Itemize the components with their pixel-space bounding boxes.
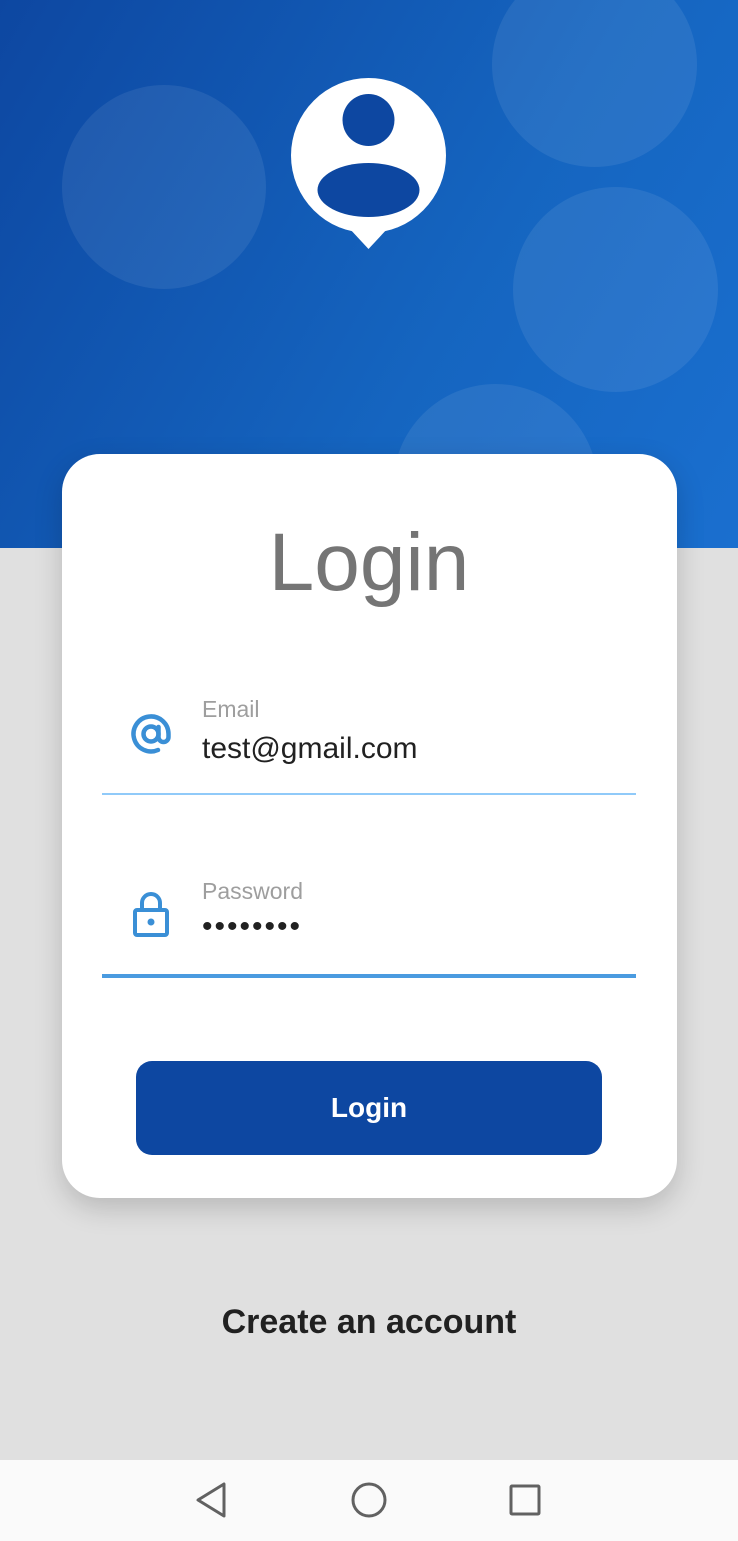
email-label: Email [202,696,260,722]
decorative-circle [492,0,697,167]
recent-apps-square-icon[interactable] [503,1478,547,1522]
create-account-link[interactable]: Create an account [0,1303,738,1342]
password-underline [102,974,636,978]
email-field[interactable]: test@gmail.com [202,732,418,766]
decorative-circle [62,85,266,289]
email-underline [102,793,636,795]
back-triangle-icon[interactable] [189,1478,233,1522]
password-label: Password [202,878,303,904]
login-button[interactable]: Login [136,1061,602,1155]
password-field[interactable]: •••••••• [202,910,302,944]
user-location-pin-icon [291,78,446,249]
at-sign-icon [131,714,171,754]
page-title: Login [268,517,470,608]
lock-icon [133,892,169,937]
decorative-circle [513,187,718,392]
home-circle-icon[interactable] [347,1478,391,1522]
system-nav-bar [0,1460,738,1541]
